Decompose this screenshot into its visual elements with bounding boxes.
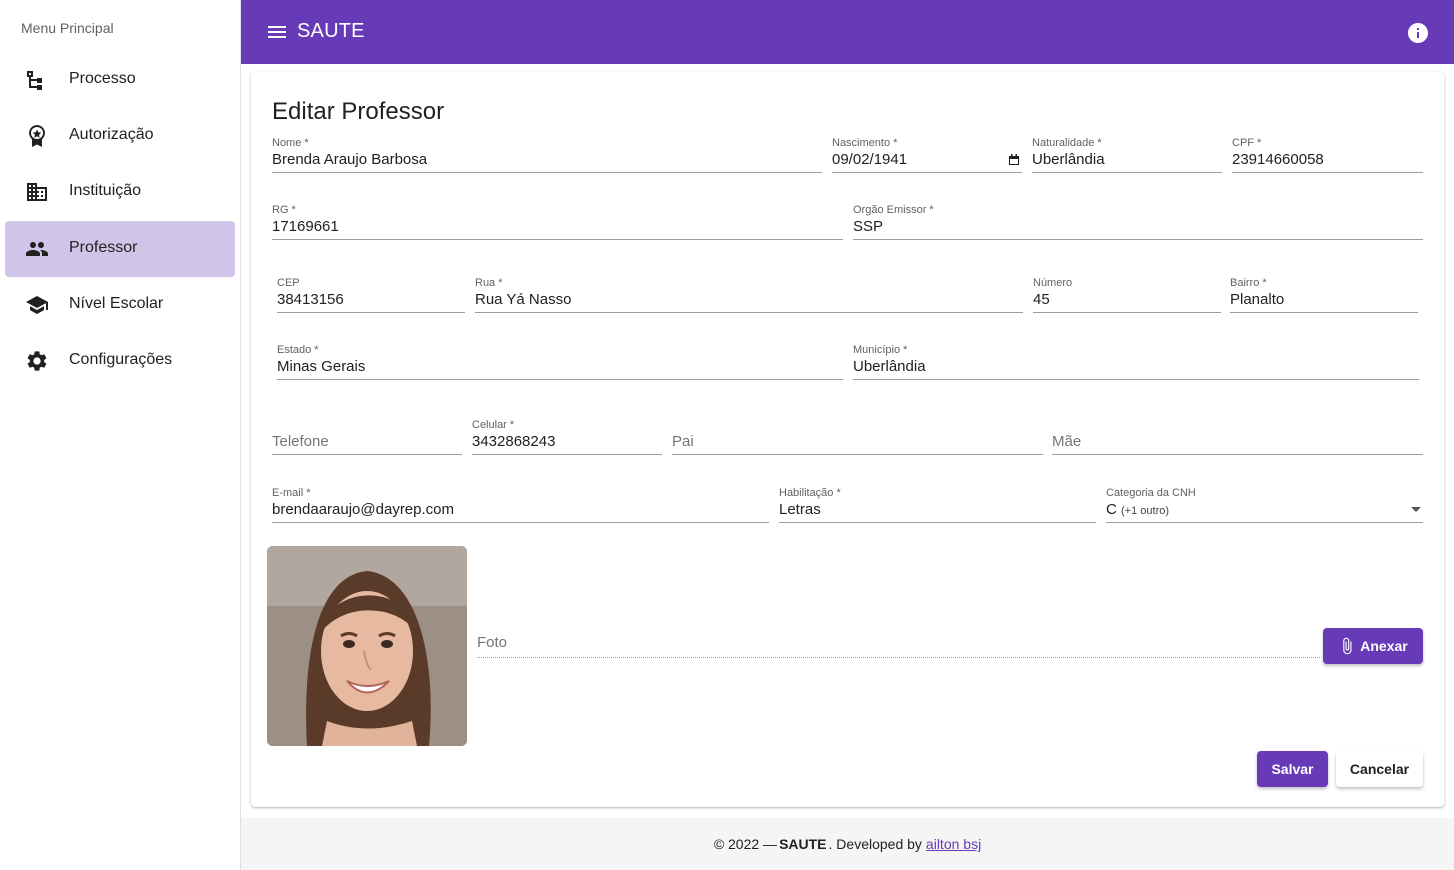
- gear-icon: [25, 349, 49, 373]
- sidebar-title: Menu Principal: [21, 20, 114, 36]
- municipio-field[interactable]: Município * Uberlândia: [853, 344, 1419, 380]
- sidebar: Menu Principal Processo Autorização Inst…: [0, 0, 241, 870]
- building-icon: [25, 180, 49, 204]
- field-value: Minas Gerais: [277, 358, 366, 375]
- cancel-button[interactable]: Cancelar: [1336, 751, 1423, 787]
- field-label: Estado *: [277, 344, 319, 356]
- sidebar-item-processo[interactable]: Processo: [5, 52, 235, 108]
- field-label: Município *: [853, 344, 908, 356]
- info-icon[interactable]: [1406, 21, 1430, 45]
- field-value: Rua Yá Nasso: [475, 291, 572, 308]
- top-app-bar: SAUTE: [241, 0, 1454, 64]
- field-label: CPF *: [1232, 137, 1262, 149]
- field-label: Número: [1033, 277, 1073, 289]
- form-card: Editar Professor Nome * Brenda Araujo Ba…: [251, 72, 1444, 807]
- sidebar-item-label: Instituição: [69, 182, 142, 199]
- save-button[interactable]: Salvar: [1257, 751, 1328, 787]
- field-value: Letras: [779, 501, 821, 518]
- sidebar-item-configuracoes[interactable]: Configurações: [5, 333, 235, 389]
- field-label: Mãe: [1052, 433, 1082, 450]
- field-label: E-mail *: [272, 487, 311, 499]
- sidebar-item-label: Configurações: [69, 351, 173, 368]
- field-value: 17169661: [272, 218, 339, 235]
- award-icon: [25, 124, 49, 148]
- field-value: Brenda Araujo Barbosa: [272, 151, 428, 168]
- field-value: C (+1 outro): [1106, 501, 1169, 518]
- naturalidade-field[interactable]: Naturalidade * Uberlândia: [1032, 137, 1222, 173]
- field-label: Rua *: [475, 277, 503, 289]
- dropdown-arrow-icon[interactable]: [1411, 507, 1421, 512]
- sidebar-item-autorizacao[interactable]: Autorização: [5, 108, 235, 164]
- sidebar-item-nivel-escolar[interactable]: Nível Escolar: [5, 277, 235, 333]
- cnh-extra: (+1 outro): [1121, 505, 1170, 517]
- bairro-field[interactable]: Bairro * Planalto: [1230, 277, 1418, 313]
- field-label: Telefone: [272, 433, 329, 450]
- orgao-emissor-field[interactable]: Orgão Emissor * SSP: [853, 204, 1423, 240]
- foto-field[interactable]: Foto: [477, 628, 1320, 658]
- pai-field[interactable]: Pai: [672, 419, 1043, 455]
- cnh-value: C: [1106, 501, 1117, 518]
- field-value: Uberlândia: [853, 358, 926, 375]
- people-icon: [25, 237, 49, 261]
- sidebar-item-label: Autorização: [69, 126, 154, 143]
- page-title: Editar Professor: [272, 98, 445, 125]
- numero-field[interactable]: Número 45: [1033, 277, 1221, 313]
- nome-field[interactable]: Nome * Brenda Araujo Barbosa: [272, 137, 822, 173]
- field-label: Habilitação *: [779, 487, 841, 499]
- field-label: Foto: [477, 634, 508, 651]
- rg-field[interactable]: RG * 17169661: [272, 204, 843, 240]
- field-label: Bairro *: [1230, 277, 1267, 289]
- cep-field[interactable]: CEP 38413156: [277, 277, 465, 313]
- professor-photo: [267, 546, 467, 746]
- account-tree-icon: [25, 68, 49, 92]
- app-title: SAUTE: [297, 20, 365, 42]
- mae-field[interactable]: Mãe: [1052, 419, 1423, 455]
- sidebar-item-professor[interactable]: Professor: [5, 221, 235, 277]
- calendar-icon[interactable]: [1008, 153, 1020, 165]
- nascimento-field[interactable]: Nascimento * 09/02/1941: [832, 137, 1022, 173]
- footer-brand: SAUTE: [779, 836, 827, 852]
- field-label: Nascimento *: [832, 137, 898, 149]
- field-label: CEP: [277, 277, 300, 289]
- field-value: Planalto: [1230, 291, 1285, 308]
- sidebar-item-label: Nível Escolar: [69, 295, 164, 312]
- field-label: Categoria da CNH: [1106, 487, 1196, 499]
- attach-button-label: Anexar: [1360, 638, 1408, 654]
- field-value: brendaaraujo@dayrep.com: [272, 501, 454, 518]
- sidebar-item-label: Professor: [69, 239, 138, 256]
- habilitacao-field[interactable]: Habilitação * Letras: [779, 487, 1096, 523]
- field-value: 38413156: [277, 291, 344, 308]
- rua-field[interactable]: Rua * Rua Yá Nasso: [475, 277, 1023, 313]
- field-value: SSP: [853, 218, 884, 235]
- field-label: Nome *: [272, 137, 309, 149]
- field-value: 45: [1033, 291, 1050, 308]
- field-label: Naturalidade *: [1032, 137, 1102, 149]
- footer-prefix: © 2022 —: [713, 836, 778, 852]
- paperclip-icon: [1338, 637, 1360, 655]
- footer: © 2022 — SAUTE . Developed by ailton bsj: [241, 818, 1454, 870]
- field-value: 23914660058: [1232, 151, 1324, 168]
- sidebar-item-label: Processo: [69, 70, 136, 87]
- sidebar-item-instituicao[interactable]: Instituição: [5, 164, 235, 220]
- field-label: Pai: [672, 433, 694, 450]
- field-label: Celular *: [472, 419, 515, 431]
- field-value: 3432868243: [472, 433, 556, 450]
- celular-field[interactable]: Celular * 3432868243: [472, 419, 662, 455]
- field-value: Uberlândia: [1032, 151, 1105, 168]
- menu-icon[interactable]: [265, 20, 289, 44]
- author-link[interactable]: ailton bsj: [926, 836, 981, 852]
- footer-middle: . Developed by: [828, 836, 922, 852]
- cnh-category-select[interactable]: Categoria da CNH C (+1 outro): [1106, 487, 1423, 523]
- attach-button[interactable]: Anexar: [1323, 628, 1423, 664]
- estado-field[interactable]: Estado * Minas Gerais: [277, 344, 843, 380]
- field-label: Orgão Emissor *: [853, 204, 934, 216]
- telefone-field[interactable]: Telefone: [272, 419, 462, 455]
- field-value: 09/02/1941: [832, 151, 908, 168]
- cpf-field[interactable]: CPF * 23914660058: [1232, 137, 1423, 173]
- field-label: RG *: [272, 204, 296, 216]
- school-icon: [25, 293, 49, 317]
- email-field[interactable]: E-mail * brendaaraujo@dayrep.com: [272, 487, 769, 523]
